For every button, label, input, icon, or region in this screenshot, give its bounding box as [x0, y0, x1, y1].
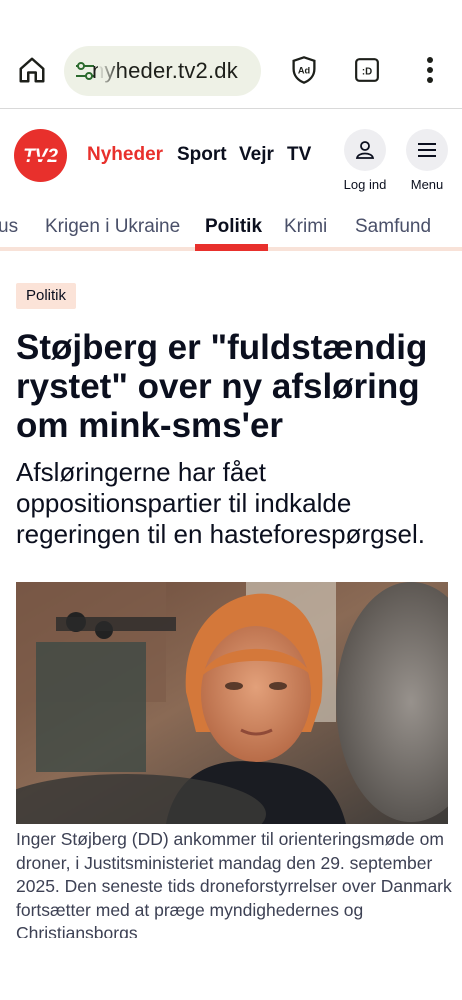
login-label[interactable]: Log ind	[330, 177, 400, 192]
active-tab-indicator	[195, 244, 268, 251]
more-options-button[interactable]	[408, 48, 452, 92]
tab-politik[interactable]: Politik	[205, 216, 262, 238]
article-headline: Støjberg er "fuldstændig rystet" over ny…	[16, 328, 428, 445]
article-photo[interactable]	[16, 582, 448, 824]
article-category-tag[interactable]: Politik	[16, 283, 77, 309]
browser-toolbar: nyheder.tv2.dk Ad :D	[0, 0, 462, 109]
home-button[interactable]	[10, 48, 54, 92]
adblock-button[interactable]: Ad	[282, 48, 326, 92]
logo-text: TV2	[23, 146, 58, 167]
tab-krigen-i-ukraine[interactable]: Krigen i Ukraine	[45, 216, 180, 238]
user-icon	[355, 141, 375, 159]
photo-caption: Inger Støjberg (DD) ankommer til oriente…	[16, 829, 452, 938]
tv2-logo[interactable]: TV2	[14, 129, 67, 182]
menu-label[interactable]: Menu	[392, 177, 462, 192]
nav-sport[interactable]: Sport	[177, 144, 227, 166]
adblock-icon: Ad	[292, 56, 316, 84]
more-vert-icon	[427, 57, 433, 83]
nav-tv[interactable]: TV	[287, 144, 311, 166]
tab-previous-partial[interactable]: us	[0, 216, 18, 238]
tab-switcher-button[interactable]: :D	[345, 48, 389, 92]
menu-button[interactable]	[406, 129, 448, 171]
site-header: TV2 Nyheder Sport Vejr TV Log ind Menu	[0, 109, 462, 201]
home-icon	[19, 57, 45, 83]
url-fade	[98, 46, 120, 96]
article-subheadline: Afsløringerne har fået oppositionspartie…	[16, 457, 426, 549]
login-button[interactable]	[344, 129, 386, 171]
svg-text::D: :D	[362, 66, 372, 77]
address-bar[interactable]: nyheder.tv2.dk	[64, 46, 261, 96]
svg-text:Ad: Ad	[298, 65, 311, 75]
tab-krimi[interactable]: Krimi	[284, 216, 327, 238]
tab-samfund[interactable]: Samfund	[355, 216, 431, 238]
nav-vejr[interactable]: Vejr	[239, 144, 274, 166]
article-photo-illustration	[16, 582, 448, 824]
hamburger-icon	[418, 143, 436, 157]
tab-switcher-icon: :D	[355, 58, 379, 82]
nav-nyheder[interactable]: Nyheder	[87, 144, 163, 166]
tv2-logo-mark: TV2	[22, 146, 59, 167]
